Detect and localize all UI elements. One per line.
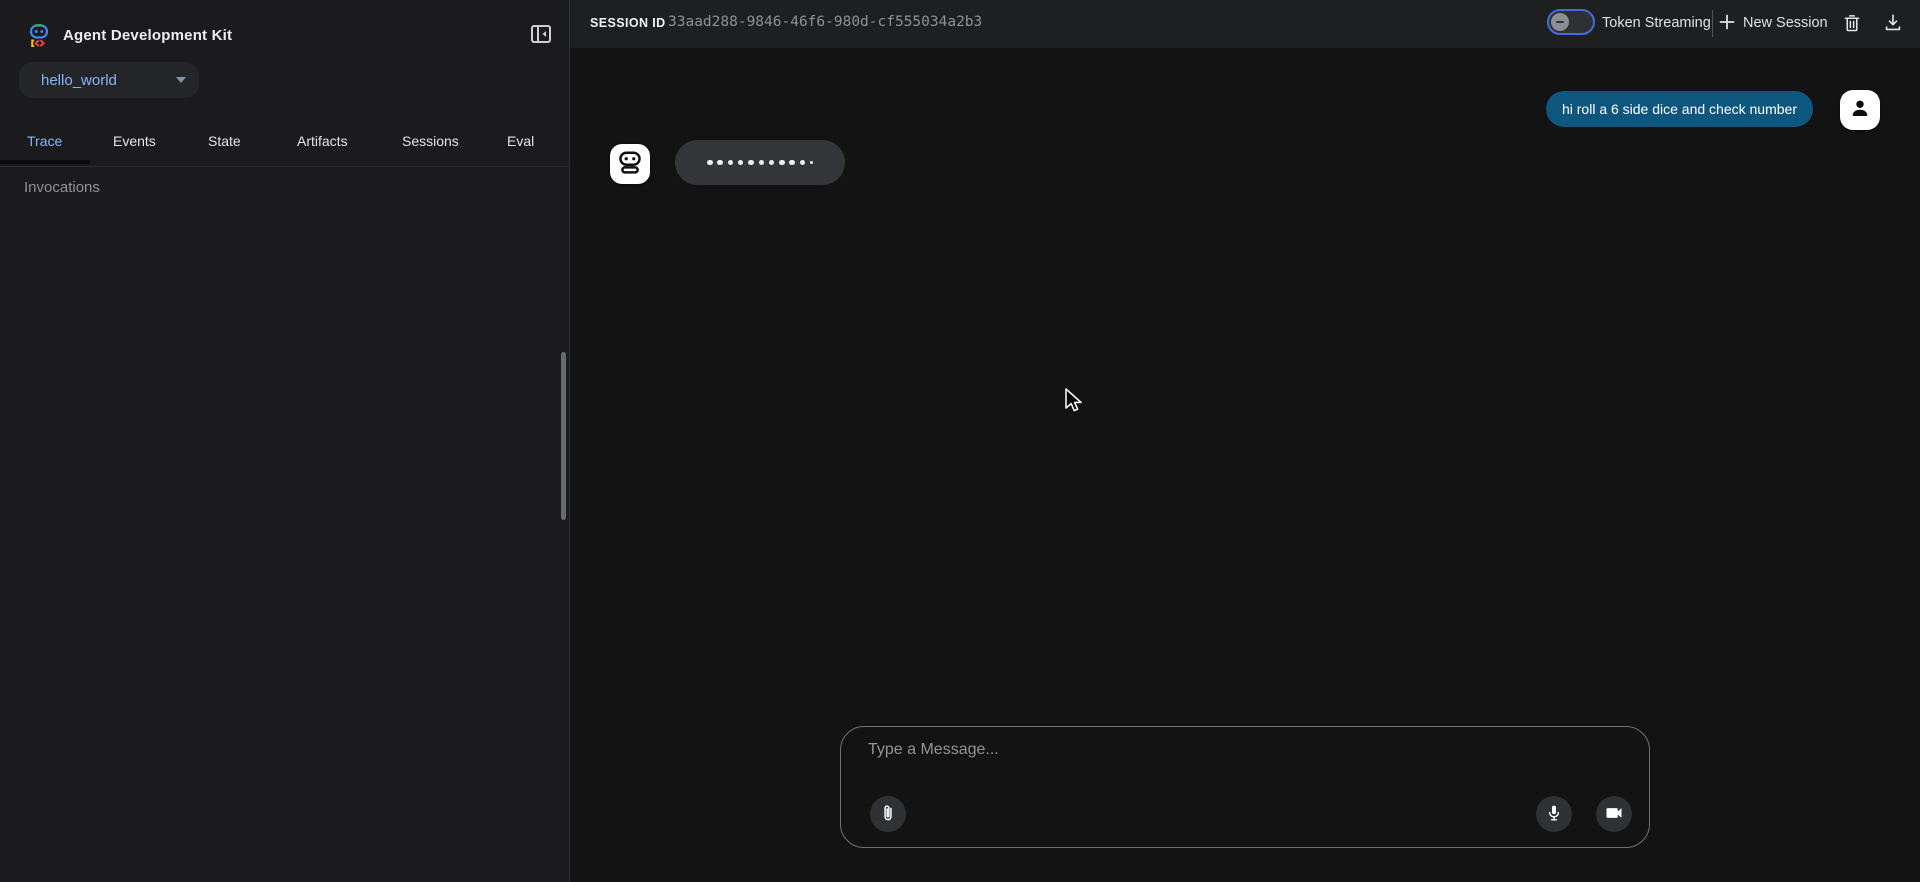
sidebar-tabs: Trace Events State Artifacts Sessions Ev… [0, 120, 570, 167]
message-input-container [840, 726, 1650, 848]
adk-logo-icon [28, 24, 50, 48]
invocations-label: Invocations [24, 179, 100, 196]
app-title: Agent Development Kit [63, 27, 232, 44]
paperclip-icon [878, 803, 898, 826]
toggle-minus-icon [1556, 21, 1564, 23]
agent-avatar [610, 144, 650, 184]
tab-sessions[interactable]: Sessions [402, 133, 459, 149]
session-topbar: SESSION ID 33aad288-9846-46f6-980d-cf555… [570, 0, 1920, 48]
chat-area: hi roll a 6 side dice and check number [570, 48, 1920, 882]
person-icon [1848, 96, 1872, 125]
plus-icon [1718, 13, 1736, 34]
tab-events[interactable]: Events [113, 133, 156, 149]
videocam-icon [1604, 803, 1624, 826]
microphone-icon [1544, 803, 1564, 826]
sidebar: Agent Development Kit hello_world Trace … [0, 0, 570, 882]
agent-selector-dropdown[interactable]: hello_world [19, 62, 199, 98]
tab-artifacts[interactable]: Artifacts [297, 133, 348, 149]
delete-session-button[interactable] [1838, 10, 1866, 38]
trash-icon [1841, 12, 1863, 37]
panel-collapse-icon [529, 34, 553, 49]
sidebar-scrollbar-thumb[interactable] [561, 352, 566, 520]
attach-file-button[interactable] [870, 796, 906, 832]
robot-icon [617, 149, 643, 180]
video-input-button[interactable] [1596, 796, 1632, 832]
token-streaming-label: Token Streaming [1602, 15, 1711, 31]
export-session-button[interactable] [1879, 10, 1907, 38]
active-tab-indicator [0, 160, 90, 164]
collapse-sidebar-button[interactable] [528, 22, 554, 48]
token-streaming-toggle[interactable] [1547, 9, 1595, 35]
topbar-divider [1712, 10, 1713, 37]
tab-trace[interactable]: Trace [27, 133, 62, 149]
new-session-button[interactable]: New Session [1718, 8, 1828, 38]
chevron-down-icon [176, 77, 186, 83]
mouse-cursor [1063, 387, 1089, 422]
new-session-label: New Session [1743, 15, 1828, 31]
session-id-label: SESSION ID [590, 16, 666, 30]
toggle-knob [1551, 13, 1569, 31]
tab-eval[interactable]: Eval [507, 133, 534, 149]
adk-web-app: Agent Development Kit hello_world Trace … [0, 0, 1920, 882]
user-message-bubble: hi roll a 6 side dice and check number [1546, 91, 1813, 127]
agent-selector-value: hello_world [41, 72, 117, 89]
agent-typing-indicator [675, 140, 845, 185]
user-avatar [1840, 90, 1880, 130]
download-icon [1882, 12, 1904, 37]
session-id-value: 33aad288-9846-46f6-980d-cf555034a2b3 [668, 14, 982, 30]
tab-state[interactable]: State [208, 133, 241, 149]
voice-input-button[interactable] [1536, 796, 1572, 832]
message-input[interactable] [868, 741, 1468, 781]
